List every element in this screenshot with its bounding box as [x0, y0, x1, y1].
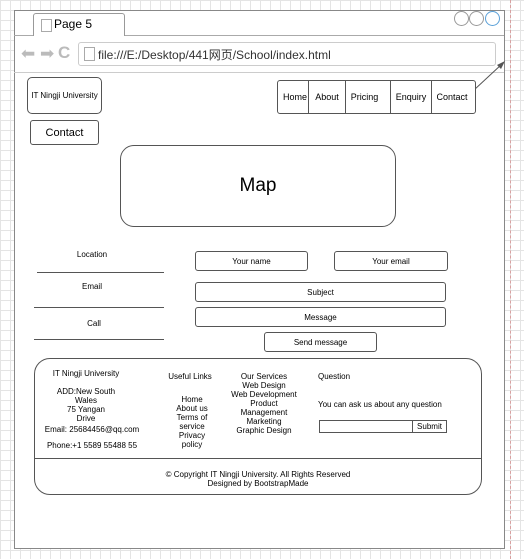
divider — [37, 272, 164, 273]
contact-button[interactable]: Contact — [30, 120, 99, 145]
link-privacy[interactable]: policy — [162, 440, 222, 449]
link-about[interactable]: About us — [162, 404, 222, 413]
browser-tab[interactable]: Page 5 — [33, 13, 125, 36]
footer-address: ADD:New South Wales 75 Yangan Drive — [56, 387, 116, 423]
email-input[interactable]: Your email — [334, 251, 448, 271]
address-bar[interactable]: file:///E:/Desktop/441网页/School/index.ht… — [78, 42, 496, 66]
subject-input[interactable]: Subject — [195, 282, 446, 302]
email-label: Email — [81, 282, 102, 291]
designed-by-text: Designed by BootstrapMade — [207, 479, 309, 488]
divider — [34, 339, 164, 340]
toolbar-divider — [14, 72, 504, 73]
copyright-text: © Copyright IT Ningji University. All Ri… — [165, 470, 351, 479]
nav-about[interactable]: About — [309, 80, 345, 114]
nav-enquiry[interactable]: Enquiry — [391, 80, 431, 114]
url-text: file:///E:/Desktop/441网页/School/index.ht… — [98, 48, 331, 62]
map-placeholder[interactable]: Map — [120, 145, 396, 227]
site-logo[interactable]: IT Ningji University — [27, 77, 102, 114]
page-icon — [41, 19, 52, 32]
link-terms[interactable]: Terms of — [162, 413, 222, 422]
service-item[interactable]: Graphic Design — [228, 426, 300, 435]
location-label: Location — [76, 250, 108, 259]
link-terms[interactable]: service — [162, 422, 222, 431]
canvas-guide-line — [510, 0, 511, 559]
services-title: Our Services — [240, 372, 288, 381]
service-item[interactable]: Marketing — [228, 417, 300, 426]
question-title: Question — [318, 372, 351, 381]
useful-links: Home About us Terms of service Privacy p… — [162, 395, 222, 449]
divider — [34, 307, 164, 308]
footer-email: Email: 25684456@qq.com — [44, 425, 140, 434]
link-privacy[interactable]: Privacy — [162, 431, 222, 440]
nav-home[interactable]: Home — [282, 80, 308, 114]
question-text: You can ask us about any question — [318, 400, 442, 409]
name-input[interactable]: Your name — [195, 251, 308, 271]
resize-arrow-icon — [473, 61, 505, 91]
service-item[interactable]: Product — [228, 399, 300, 408]
reload-icon[interactable]: C — [58, 44, 70, 61]
forward-arrow-icon[interactable]: ➡ — [40, 45, 54, 62]
service-item[interactable]: Web Development — [228, 390, 300, 399]
service-item[interactable]: Management — [228, 408, 300, 417]
nav-pricing[interactable]: Pricing — [346, 80, 383, 114]
close-icon[interactable] — [485, 11, 500, 26]
submit-button[interactable]: Submit — [412, 420, 447, 433]
nav-contact[interactable]: Contact — [432, 80, 472, 114]
question-input[interactable] — [319, 420, 413, 433]
footer-divider — [34, 458, 482, 459]
services-list: Web Design Web Development Product Manag… — [228, 381, 300, 435]
minimize-icon[interactable] — [454, 11, 469, 26]
send-message-button[interactable]: Send message — [264, 332, 377, 352]
file-icon — [84, 47, 95, 61]
footer-phone: Phone:+1 5589 55488 55 — [46, 441, 138, 450]
footer-brand: IT Ningji University — [52, 369, 120, 378]
service-item[interactable]: Web Design — [228, 381, 300, 390]
message-input[interactable]: Message — [195, 307, 446, 327]
useful-links-title: Useful Links — [168, 372, 212, 381]
link-home[interactable]: Home — [162, 395, 222, 404]
tab-title: Page 5 — [54, 17, 93, 31]
maximize-icon[interactable] — [469, 11, 484, 26]
back-arrow-icon[interactable]: ⬅ — [21, 45, 35, 62]
call-label: Call — [87, 319, 101, 328]
